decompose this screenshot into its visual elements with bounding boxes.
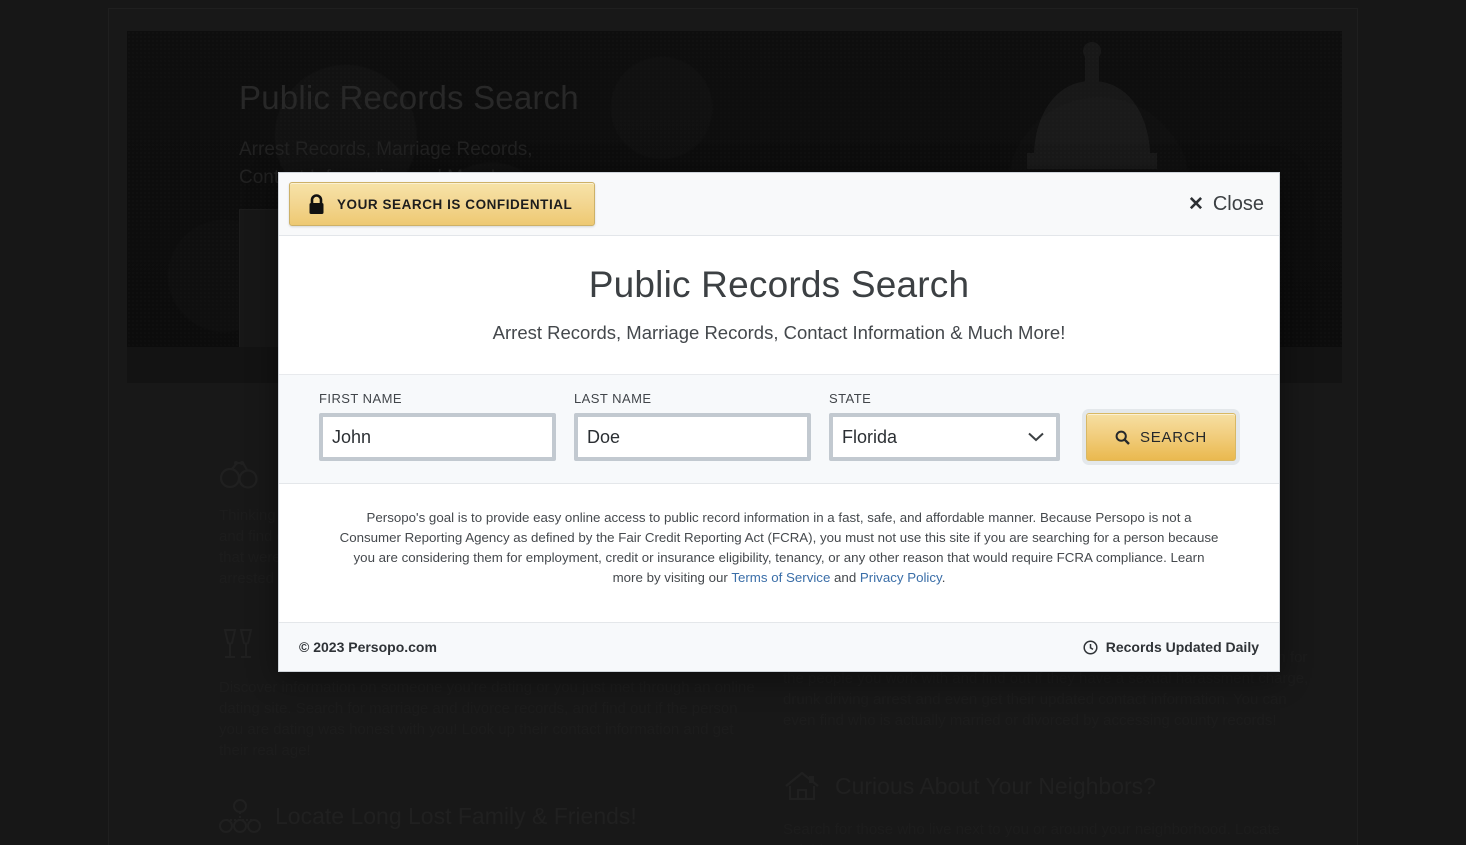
lock-icon <box>308 194 325 215</box>
state-field-group: STATE Florida <box>829 391 1060 461</box>
modal-title: Public Records Search <box>299 264 1259 306</box>
confidential-badge: YOUR SEARCH IS CONFIDENTIAL <box>289 182 595 226</box>
records-updated-status: Records Updated Daily <box>1083 639 1259 655</box>
disclaimer-between: and <box>830 570 860 585</box>
first-name-input-shell[interactable] <box>319 413 556 461</box>
state-select-wrap[interactable]: Florida <box>833 417 1056 457</box>
close-icon: ✕ <box>1188 195 1204 214</box>
search-button[interactable]: SEARCH <box>1086 413 1236 461</box>
modal-subtitle: Arrest Records, Marriage Records, Contac… <box>299 322 1259 344</box>
screen: Public Records Search Arrest Records, Ma… <box>0 0 1466 845</box>
state-select-shell[interactable]: Florida <box>829 413 1060 461</box>
last-name-field-group: LAST NAME <box>574 391 811 461</box>
terms-of-service-link[interactable]: Terms of Service <box>731 570 830 585</box>
close-button[interactable]: ✕ Close <box>1186 189 1266 220</box>
last-name-label: LAST NAME <box>574 391 811 406</box>
disclaimer-after: . <box>942 570 946 585</box>
close-label: Close <box>1213 193 1264 216</box>
modal-footer: © 2023 Persopo.com Records Updated Daily <box>279 622 1279 671</box>
search-form: FIRST NAME LAST NAME STATE Florida <box>279 375 1279 484</box>
clock-icon <box>1083 640 1098 655</box>
last-name-input-shell[interactable] <box>574 413 811 461</box>
copyright-text: © 2023 Persopo.com <box>299 639 437 655</box>
public-records-search-modal: YOUR SEARCH IS CONFIDENTIAL ✕ Close Publ… <box>278 172 1280 672</box>
records-updated-label: Records Updated Daily <box>1106 639 1259 655</box>
first-name-input[interactable] <box>323 417 552 457</box>
disclaimer-text: Persopo's goal is to provide easy online… <box>339 508 1219 588</box>
search-icon <box>1115 430 1130 445</box>
modal-hero: Public Records Search Arrest Records, Ma… <box>279 236 1279 375</box>
state-label: STATE <box>829 391 1060 406</box>
first-name-label: FIRST NAME <box>319 391 556 406</box>
state-select[interactable]: Florida <box>833 417 1056 457</box>
search-form-row: FIRST NAME LAST NAME STATE Florida <box>319 391 1239 461</box>
last-name-input[interactable] <box>578 417 807 457</box>
first-name-field-group: FIRST NAME <box>319 391 556 461</box>
modal-header: YOUR SEARCH IS CONFIDENTIAL ✕ Close <box>279 173 1279 236</box>
disclaimer: Persopo's goal is to provide easy online… <box>279 484 1279 622</box>
confidential-badge-label: YOUR SEARCH IS CONFIDENTIAL <box>337 197 572 212</box>
search-button-label: SEARCH <box>1140 429 1207 446</box>
privacy-policy-link[interactable]: Privacy Policy <box>860 570 942 585</box>
